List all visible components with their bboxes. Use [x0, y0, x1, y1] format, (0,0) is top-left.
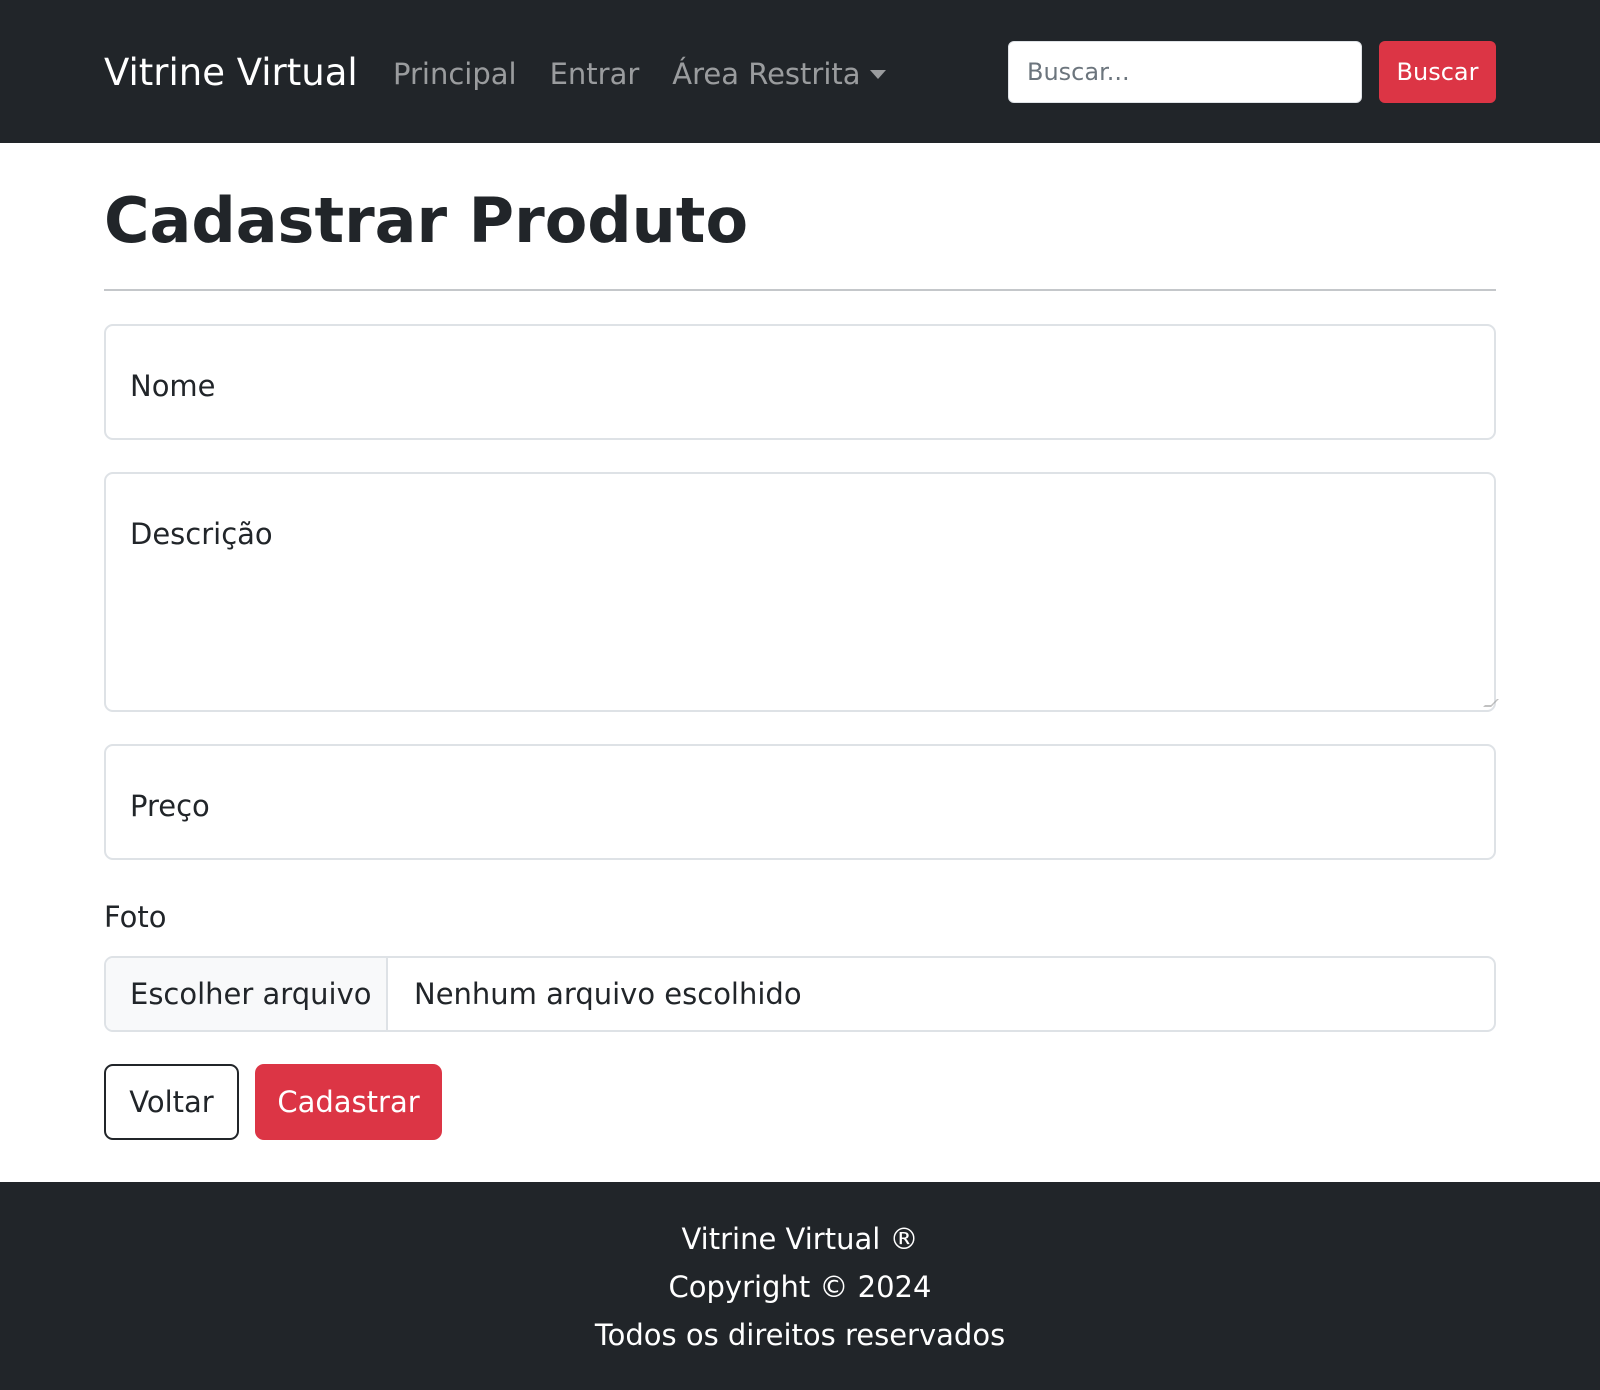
- search-input[interactable]: [1008, 41, 1362, 103]
- nav-link-entrar[interactable]: Entrar: [550, 52, 640, 96]
- nav-links: Principal Entrar Área Restrita: [393, 52, 919, 96]
- nav-dropdown-area-restrita[interactable]: Área Restrita: [672, 52, 886, 96]
- title-divider: [104, 289, 1496, 291]
- descricao-label: Descrição: [130, 517, 273, 551]
- nome-field[interactable]: [104, 324, 1496, 440]
- foto-label: Foto: [104, 900, 167, 934]
- nav-dropdown-label: Área Restrita: [672, 57, 861, 91]
- preco-input[interactable]: [106, 746, 1494, 858]
- search-button[interactable]: Buscar: [1379, 41, 1496, 103]
- brand-link[interactable]: Vitrine Virtual: [104, 48, 358, 98]
- descricao-textarea[interactable]: [106, 474, 1494, 710]
- preco-field[interactable]: [104, 744, 1496, 860]
- nome-label: Nome: [130, 369, 216, 403]
- file-status: Nenhum arquivo escolhido: [414, 977, 802, 1011]
- nav-link-principal[interactable]: Principal: [393, 52, 517, 96]
- navbar: Vitrine Virtual Principal Entrar Área Re…: [0, 0, 1600, 143]
- cadastrar-button[interactable]: Cadastrar: [255, 1064, 442, 1140]
- footer-copyright: Copyright © 2024: [668, 1270, 932, 1304]
- footer-brand: Vitrine Virtual ®: [681, 1222, 919, 1256]
- voltar-button[interactable]: Voltar: [104, 1064, 239, 1140]
- choose-file-button[interactable]: Escolher arquivo: [106, 958, 388, 1030]
- page-title: Cadastrar Produto: [104, 184, 749, 257]
- preco-label: Preço: [130, 789, 210, 823]
- footer-rights: Todos os direitos reservados: [594, 1318, 1006, 1352]
- footer: Vitrine Virtual ® Copyright © 2024 Todos…: [0, 1182, 1600, 1390]
- caret-down-icon: [869, 69, 886, 79]
- foto-file-input[interactable]: Escolher arquivo Nenhum arquivo escolhid…: [104, 956, 1496, 1032]
- nome-input[interactable]: [106, 326, 1494, 438]
- descricao-field[interactable]: [104, 472, 1499, 712]
